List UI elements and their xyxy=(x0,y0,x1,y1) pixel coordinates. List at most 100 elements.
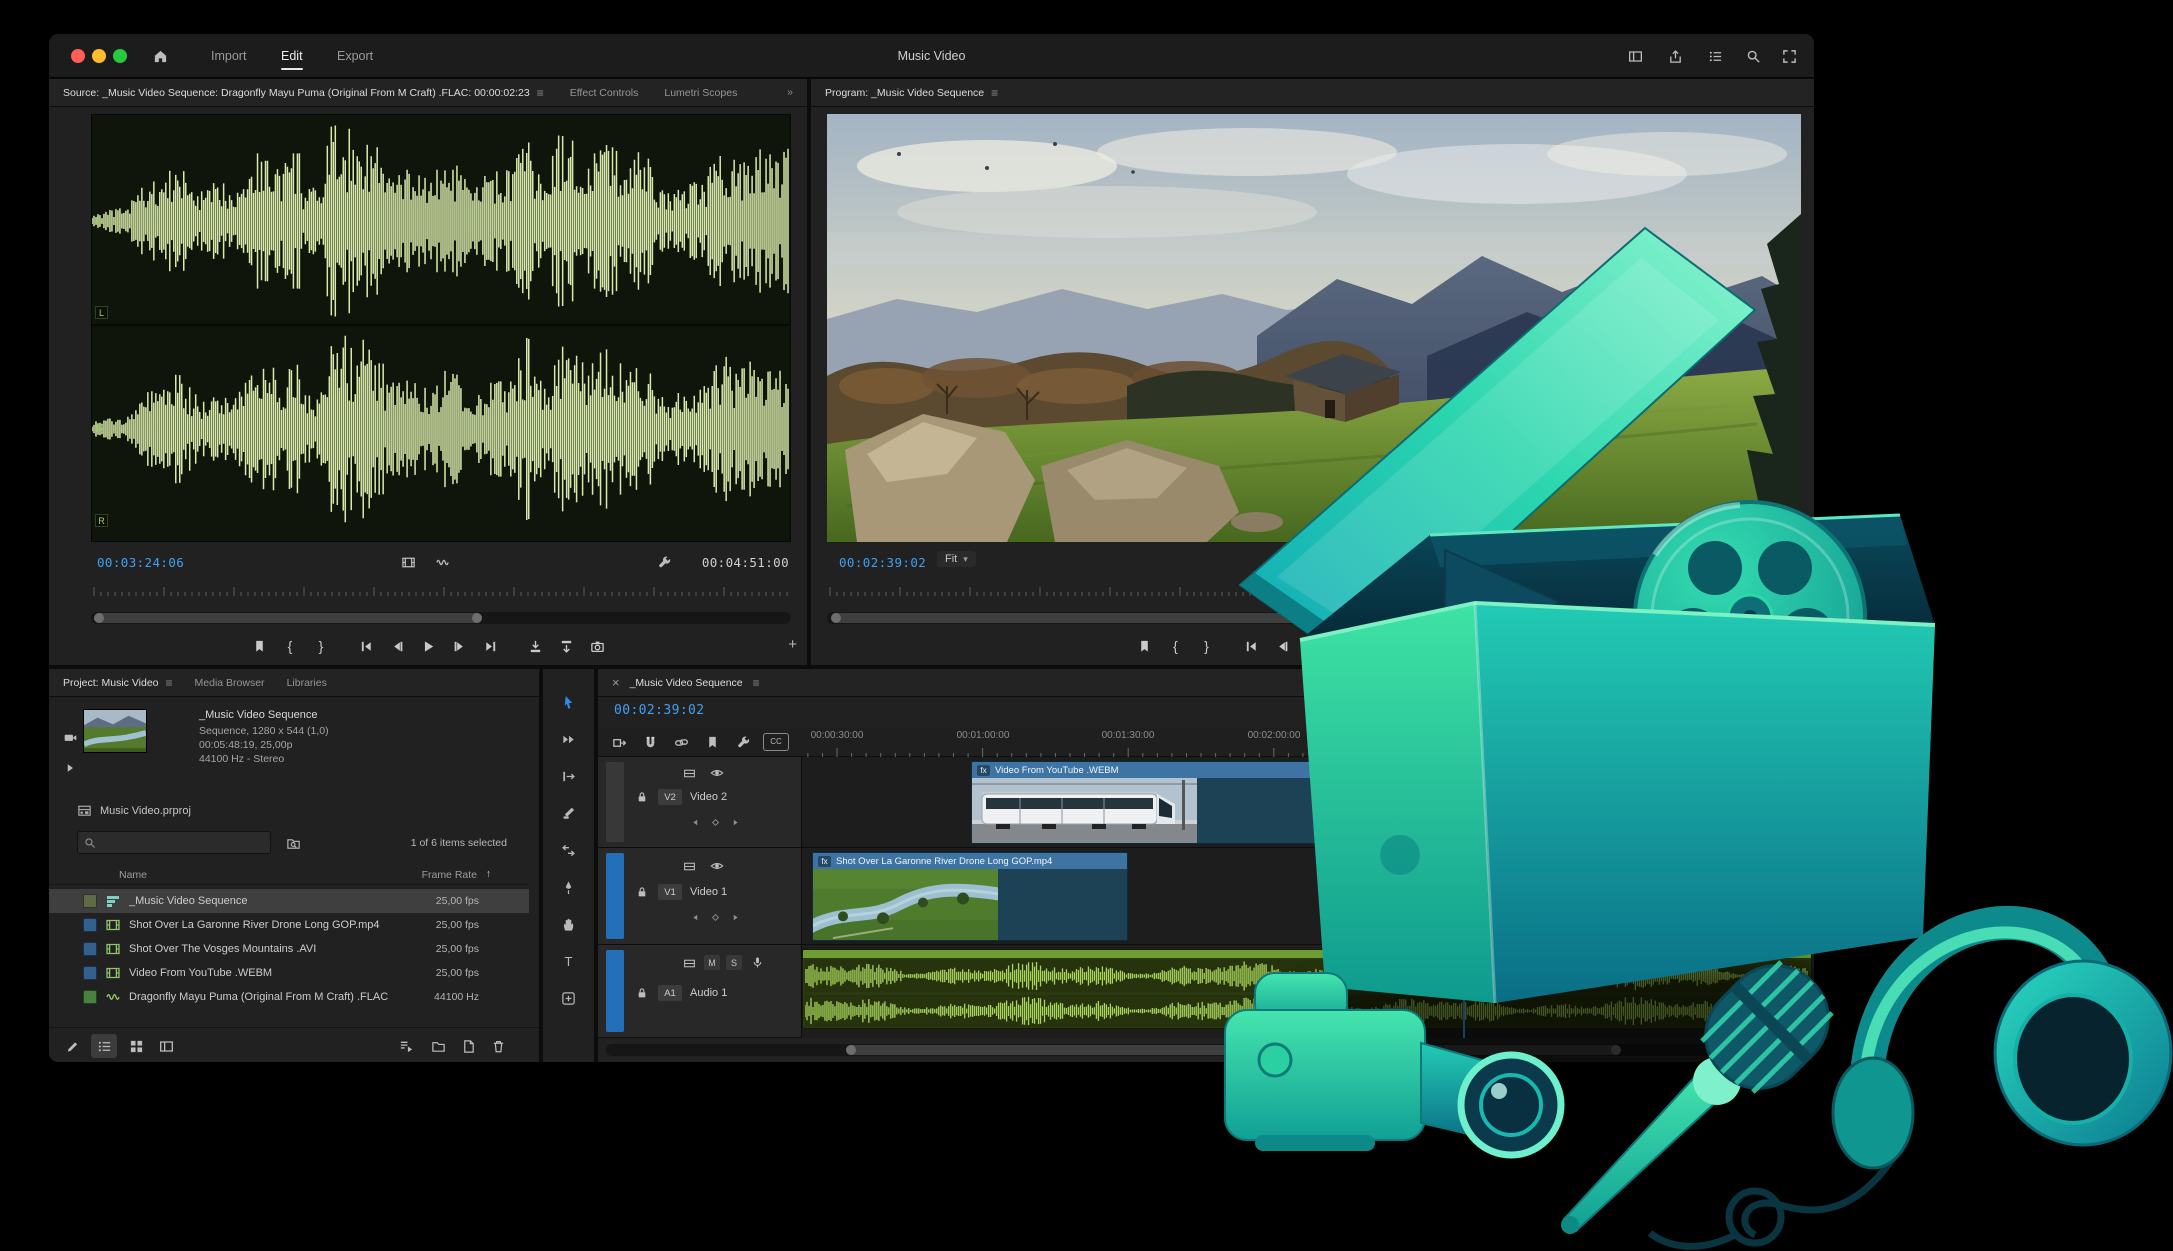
project-row-sequence[interactable]: _Music Video Sequence 25,00 fps xyxy=(49,889,529,913)
drag-audio-only-icon[interactable] xyxy=(431,552,453,572)
play-button[interactable] xyxy=(1305,637,1323,655)
mark-in-button[interactable]: { xyxy=(1167,637,1185,655)
fit-zoom-dropdown[interactable]: Fit ▾ xyxy=(937,551,976,567)
project-root-item[interactable]: Music Video.prproj xyxy=(77,803,191,818)
column-header-frame-rate[interactable]: Frame Rate xyxy=(422,869,477,881)
hand-tool[interactable] xyxy=(543,909,594,939)
captions-button[interactable]: CC xyxy=(763,733,789,751)
panel-menu-icon[interactable]: ≡ xyxy=(166,677,173,689)
preview-play-button[interactable] xyxy=(63,761,77,775)
extract-button[interactable] xyxy=(1443,637,1461,655)
track-lock-icon[interactable] xyxy=(634,789,650,805)
step-back-button[interactable] xyxy=(1274,637,1292,655)
go-to-out-button[interactable] xyxy=(481,637,499,655)
mark-out-button[interactable]: } xyxy=(1198,637,1216,655)
next-keyframe-button[interactable] xyxy=(728,910,742,924)
search-input[interactable] xyxy=(102,837,264,849)
source-patch-v2[interactable] xyxy=(606,762,624,842)
tab-import[interactable]: Import xyxy=(211,34,246,78)
delete-button[interactable] xyxy=(487,1036,509,1056)
type-tool[interactable]: T xyxy=(543,946,594,976)
source-zoom-handle[interactable] xyxy=(94,613,482,623)
source-patch-v1[interactable] xyxy=(606,853,624,939)
previous-keyframe-button[interactable] xyxy=(688,815,702,829)
previous-keyframe-button[interactable] xyxy=(688,910,702,924)
step-back-button[interactable] xyxy=(388,637,406,655)
new-item-button[interactable] xyxy=(457,1036,479,1056)
track-select-tool[interactable] xyxy=(543,724,594,754)
export-frame-button[interactable] xyxy=(588,637,606,655)
source-patch-a1[interactable] xyxy=(606,950,624,1032)
program-current-time[interactable]: 00:02:39:02 xyxy=(839,555,926,570)
workspaces-button[interactable] xyxy=(1704,46,1726,66)
label-color-chip[interactable] xyxy=(83,918,97,932)
label-color-chip[interactable] xyxy=(83,990,97,1004)
create-search-bin-button[interactable] xyxy=(281,832,305,854)
razor-tool[interactable] xyxy=(543,798,594,828)
mark-out-button[interactable]: } xyxy=(312,637,330,655)
close-icon[interactable]: × xyxy=(612,676,620,689)
track-name[interactable]: Video 1 xyxy=(690,886,727,898)
label-color-chip[interactable] xyxy=(83,894,97,908)
lift-button[interactable] xyxy=(1412,637,1430,655)
clip-video-from-youtube[interactable]: fx Video From YouTube .WEBM xyxy=(971,761,1682,844)
close-window-button[interactable] xyxy=(71,49,85,63)
zoom-window-button[interactable] xyxy=(113,49,127,63)
panel-menu-icon[interactable]: ≡ xyxy=(537,87,544,99)
panel-menu-icon[interactable]: ≡ xyxy=(753,677,760,689)
snap-magnet-button[interactable] xyxy=(639,732,661,752)
new-bin-button[interactable] xyxy=(427,1036,449,1056)
go-to-in-button[interactable] xyxy=(1243,637,1261,655)
go-to-out-button[interactable] xyxy=(1367,637,1385,655)
zoom-knob-right[interactable] xyxy=(472,613,482,623)
panel-menu-icon[interactable]: ≡ xyxy=(991,87,998,99)
freeform-view-button[interactable] xyxy=(155,1036,177,1056)
track-target-badge[interactable]: V2 xyxy=(658,789,682,805)
selection-tool[interactable] xyxy=(543,687,594,717)
playhead[interactable] xyxy=(1463,727,1465,1038)
fx-badge[interactable]: fx xyxy=(818,856,831,867)
fullscreen-button[interactable] xyxy=(1778,46,1800,66)
track-output-eye-icon[interactable] xyxy=(708,765,726,781)
tab-overflow-chevron[interactable]: » xyxy=(787,87,793,98)
zoom-knob-right[interactable] xyxy=(1501,613,1511,623)
track-target-badge[interactable]: A1 xyxy=(658,985,682,1001)
tab-media-browser[interactable]: Media Browser xyxy=(195,677,265,689)
add-marker-button[interactable] xyxy=(701,732,723,752)
source-time-ruler[interactable] xyxy=(91,582,791,596)
button-editor-plus[interactable]: + xyxy=(788,637,797,652)
export-frame-button[interactable] xyxy=(1474,637,1492,655)
timeline-settings-wrench-button[interactable] xyxy=(732,732,754,752)
icon-view-button[interactable] xyxy=(125,1036,147,1056)
tab-lumetri-scopes[interactable]: Lumetri Scopes xyxy=(664,87,737,99)
timeline-current-time[interactable]: 00:02:39:02 xyxy=(614,703,705,718)
mute-button[interactable]: M xyxy=(704,955,720,970)
program-time-ruler[interactable] xyxy=(827,582,1801,596)
label-color-chip[interactable] xyxy=(83,966,97,980)
layout-toggle-button[interactable] xyxy=(1624,46,1646,66)
drag-video-only-icon[interactable] xyxy=(397,552,419,572)
clip-garonne-river[interactable]: fx Shot Over La Garonne River Drone Long… xyxy=(812,852,1128,941)
zoom-knob-left[interactable] xyxy=(831,613,841,623)
track-lock-icon[interactable] xyxy=(634,985,650,1001)
share-button[interactable] xyxy=(1664,46,1686,66)
timeline-scroll-handle[interactable] xyxy=(846,1045,1621,1055)
tab-libraries[interactable]: Libraries xyxy=(287,677,327,689)
source-settings-wrench-button[interactable] xyxy=(653,552,675,572)
play-button[interactable] xyxy=(419,637,437,655)
tab-export[interactable]: Export xyxy=(337,34,373,78)
list-view-button[interactable] xyxy=(91,1034,117,1058)
program-zoom-scrollbar[interactable] xyxy=(827,612,1801,624)
program-zoom-handle[interactable] xyxy=(831,613,1511,623)
project-row-clip[interactable]: Shot Over The Vosges Mountains .AVI 25,0… xyxy=(49,937,529,961)
overwrite-button[interactable] xyxy=(557,637,575,655)
fx-badge[interactable]: fx xyxy=(977,765,990,776)
step-forward-button[interactable] xyxy=(450,637,468,655)
tab-edit[interactable]: Edit xyxy=(281,34,303,78)
linked-selection-button[interactable] xyxy=(670,732,692,752)
track-name[interactable]: Video 2 xyxy=(690,791,727,803)
automate-to-sequence-button[interactable] xyxy=(395,1036,417,1056)
writable-pencil-button[interactable] xyxy=(61,1036,83,1056)
add-keyframe-button[interactable] xyxy=(708,910,722,924)
zoom-knob-right[interactable] xyxy=(1611,1045,1621,1055)
